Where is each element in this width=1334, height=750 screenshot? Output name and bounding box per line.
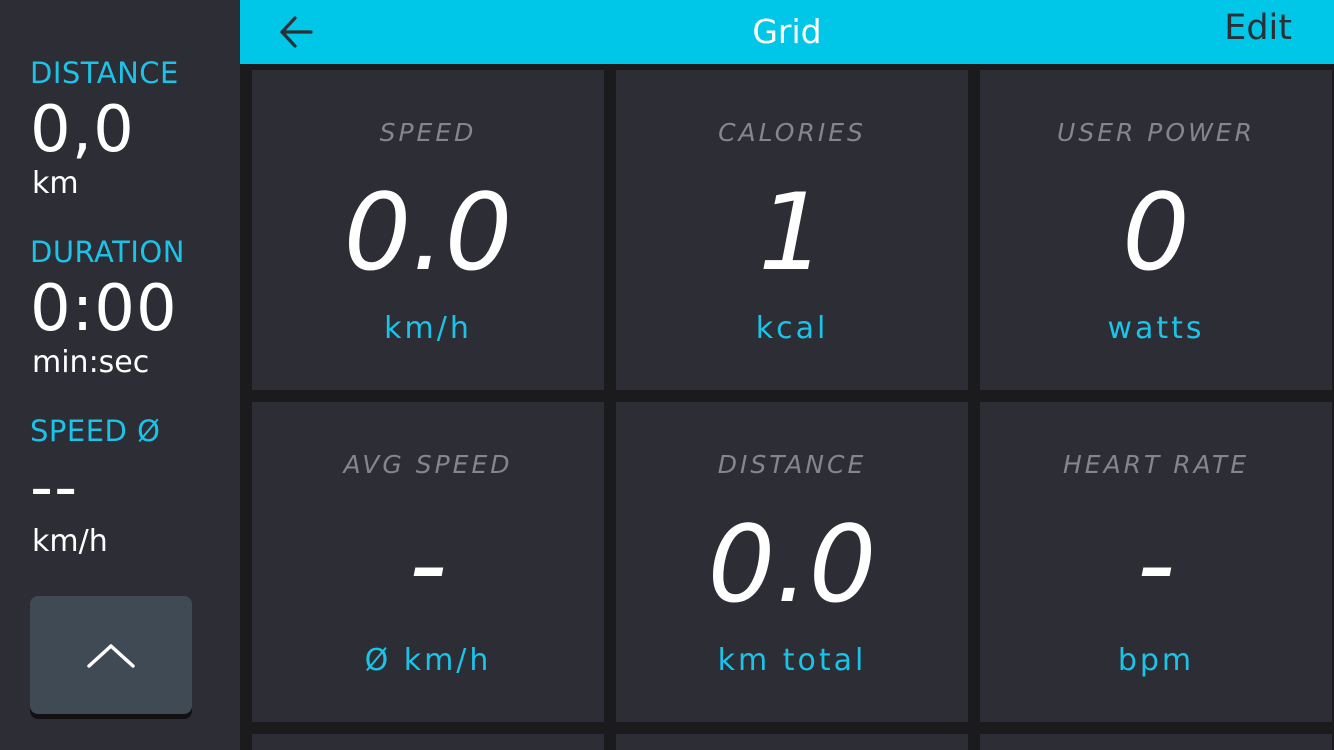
tile-title: USER POWER — [1057, 118, 1255, 147]
tile-unit: bpm — [1117, 643, 1195, 678]
tile-partial[interactable] — [616, 734, 968, 750]
header-bar: Grid Edit — [240, 0, 1334, 64]
tile-partial[interactable] — [252, 734, 604, 750]
tile-title: DISTANCE — [717, 450, 867, 479]
tile-title: SPEED — [379, 118, 477, 147]
tile-partial[interactable] — [980, 734, 1332, 750]
sidebar-distance-label: DISTANCE — [30, 56, 179, 90]
tile-title: HEART RATE — [1062, 450, 1249, 479]
page-title: Grid — [752, 12, 822, 51]
sidebar-avg-speed-label: SPEED Ø — [30, 414, 161, 448]
sidebar-distance-value: 0,0 — [30, 93, 135, 167]
tile-unit: km total — [717, 643, 867, 678]
tile-value: 0 — [1122, 171, 1190, 294]
tile-value: 1 — [758, 171, 826, 294]
tile-title: CALORIES — [718, 118, 866, 147]
tile-avg-speed[interactable]: AVG SPEED - Ø km/h — [252, 402, 604, 722]
app-root: DISTANCE 0,0 km DURATION 0:00 min:sec SP… — [0, 0, 1334, 750]
tile-value: 0.0 — [343, 171, 513, 294]
collapse-panel-button[interactable] — [30, 596, 192, 714]
tile-distance[interactable]: DISTANCE 0.0 km total — [616, 402, 968, 722]
tile-heart-rate[interactable]: HEART RATE - bpm — [980, 402, 1332, 722]
sidebar-duration-label: DURATION — [30, 235, 185, 269]
tile-value: - — [1136, 503, 1176, 626]
sidebar-avg-speed-value: -- — [30, 451, 79, 525]
chevron-up-icon — [87, 644, 135, 668]
edit-button[interactable]: Edit — [1224, 8, 1292, 48]
tile-calories[interactable]: CALORIES 1 kcal — [616, 70, 968, 390]
sidebar-avg-speed-unit: km/h — [32, 524, 108, 559]
tile-value: - — [408, 503, 448, 626]
tile-value: 0.0 — [707, 503, 877, 626]
sidebar-duration-unit: min:sec — [32, 345, 150, 380]
metrics-grid: SPEED 0.0 km/h CALORIES 1 kcal USER POWE… — [240, 64, 1334, 750]
sidebar: DISTANCE 0,0 km DURATION 0:00 min:sec SP… — [0, 0, 240, 750]
tile-unit: watts — [1107, 311, 1205, 346]
tile-speed[interactable]: SPEED 0.0 km/h — [252, 70, 604, 390]
tile-user-power[interactable]: USER POWER 0 watts — [980, 70, 1332, 390]
tile-unit: kcal — [755, 311, 829, 346]
tile-title: AVG SPEED — [343, 450, 513, 479]
tile-unit: km/h — [384, 311, 472, 346]
sidebar-distance-unit: km — [32, 166, 79, 201]
tile-unit: Ø km/h — [364, 643, 492, 678]
sidebar-duration-value: 0:00 — [30, 272, 178, 346]
